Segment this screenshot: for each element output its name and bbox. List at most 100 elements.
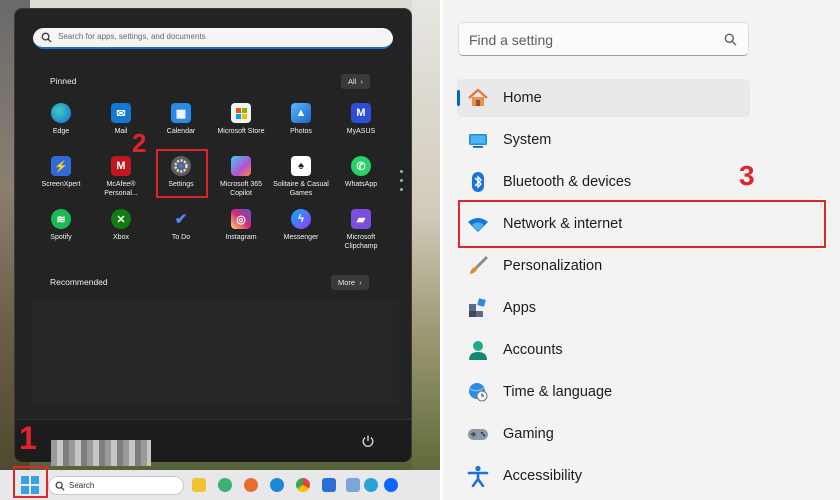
taskbar-app-icon[interactable] [218,478,232,492]
step-number-1: 1 [19,420,37,456]
accounts-icon [469,341,487,360]
solitaire-icon: ♠ [291,156,311,176]
nav-label: Gaming [503,426,554,442]
app-label: Microsoft 365 Copilot [219,181,263,197]
file-explorer-icon[interactable] [192,478,206,492]
search-icon [41,32,52,43]
pinned-app-whatsapp[interactable]: ✆ WhatsApp [331,156,391,189]
chevron-right-icon: › [357,278,362,287]
app-label: Messenger [283,234,319,241]
power-icon[interactable] [361,434,375,448]
pinned-app-messenger[interactable]: ϟ Messenger [271,209,331,242]
all-apps-button[interactable]: All › [341,74,371,89]
desktop-screenshot: Search for apps, settings, and documents… [0,0,440,500]
chrome-icon[interactable] [296,478,310,492]
step-number-2: 2 [132,128,147,158]
taskbar-search-label: Search [69,481,95,490]
telegram-icon[interactable] [364,478,378,492]
nav-item-apps[interactable]: Apps [457,289,750,327]
pinned-label: Pinned [50,76,77,86]
more-label: More [338,278,356,287]
page-dots-indicator[interactable] [400,170,403,197]
nav-label: Accessibility [503,468,582,484]
pinned-app-photos[interactable]: ▲ Photos [271,103,331,136]
active-indicator [457,90,460,106]
app-label: MyASUS [346,128,376,135]
app-label: Instagram [225,234,257,241]
pinned-app-store[interactable]: Microsoft Store [211,103,271,136]
pinned-app-todo[interactable]: ✔ To Do [151,209,211,242]
nav-item-personalization[interactable]: Personalization [457,247,750,285]
app-label: To Do [171,234,191,241]
highlight-network-box [458,200,826,248]
app-label: Microsoft Clipchamp [344,234,378,250]
highlight-start-button-box [13,466,48,498]
user-account-blurred[interactable] [51,440,151,466]
nav-item-time-language[interactable]: Time & language [457,373,750,411]
nav-label: System [503,132,552,148]
messenger-icon: ϟ [291,209,311,229]
todo-icon: ✔ [174,211,188,228]
pinned-app-clipchamp[interactable]: ▰ Microsoft Clipchamp [331,209,391,251]
start-menu: Search for apps, settings, and documents… [14,8,412,466]
nav-item-gaming[interactable]: Gaming [457,415,750,453]
photos-icon: ▲ [291,103,311,123]
wallpaper-right [412,0,440,470]
pinned-app-solitaire[interactable]: ♠ Solitaire & Casual Games [271,156,331,198]
home-icon [468,88,488,106]
recommended-area [31,298,399,406]
nav-label: Personalization [503,258,603,274]
clipchamp-icon: ▰ [351,209,371,229]
apps-icon [469,298,486,317]
nav-item-system[interactable]: System [457,121,750,159]
app-label: Spotify [50,234,72,241]
app-label: McAfee® Personal... [104,181,138,197]
nav-item-accessibility[interactable]: Accessibility [457,457,750,495]
instagram-icon: ◎ [231,209,251,229]
accessibility-icon [467,465,489,487]
app-label: ScreenXpert [41,181,81,188]
more-button[interactable]: More › [331,275,369,290]
pinned-app-xbox[interactable]: ✕ Xbox [91,209,151,242]
app-label: Solitaire & Casual Games [273,181,329,197]
store-icon[interactable] [322,478,336,492]
highlight-settings-box [156,149,208,198]
chevron-right-icon: › [358,77,364,86]
system-monitor-icon [469,134,487,148]
screenxpert-icon: ⚡ [51,156,71,176]
zalo-icon[interactable] [384,478,398,492]
nav-item-home[interactable]: Home [457,79,750,117]
document-icon[interactable] [346,478,360,492]
mcafee-icon: M [111,156,131,176]
edge-icon[interactable] [270,478,284,492]
pinned-app-screenxpert[interactable]: ⚡ ScreenXpert [31,156,91,189]
app-label: Calendar [166,128,196,135]
nav-item-bluetooth[interactable]: Bluetooth & devices [457,163,750,201]
search-icon [724,33,737,46]
globe-clock-icon [469,383,488,402]
taskbar-search-box[interactable]: Search [48,476,184,495]
find-setting-input[interactable]: Find a setting [458,22,749,56]
firefox-icon[interactable] [244,478,258,492]
pinned-app-m365-copilot[interactable]: Microsoft 365 Copilot [211,156,271,198]
pinned-app-instagram[interactable]: ◎ Instagram [211,209,271,242]
recommended-label: Recommended [50,277,108,287]
start-search-placeholder: Search for apps, settings, and documents [58,32,206,41]
myasus-icon: M [351,103,371,123]
start-search-input[interactable]: Search for apps, settings, and documents [33,28,393,49]
search-icon [55,481,65,491]
nav-label: Apps [503,300,537,316]
nav-label: Bluetooth & devices [503,174,632,190]
pinned-app-edge[interactable]: Edge [31,103,91,136]
pinned-app-calendar[interactable]: ▦ Calendar [151,103,211,136]
nav-label: Accounts [503,342,563,358]
app-label: Microsoft Store [217,128,265,135]
pinned-app-mcafee[interactable]: M McAfee® Personal... [91,156,151,198]
whatsapp-icon: ✆ [351,156,371,176]
calendar-icon: ▦ [171,103,191,123]
pinned-app-myasus[interactable]: M MyASUS [331,103,391,136]
pinned-app-spotify[interactable]: ≋ Spotify [31,209,91,242]
nav-item-accounts[interactable]: Accounts [457,331,750,369]
brush-icon [470,256,488,274]
start-menu-footer [15,419,411,466]
